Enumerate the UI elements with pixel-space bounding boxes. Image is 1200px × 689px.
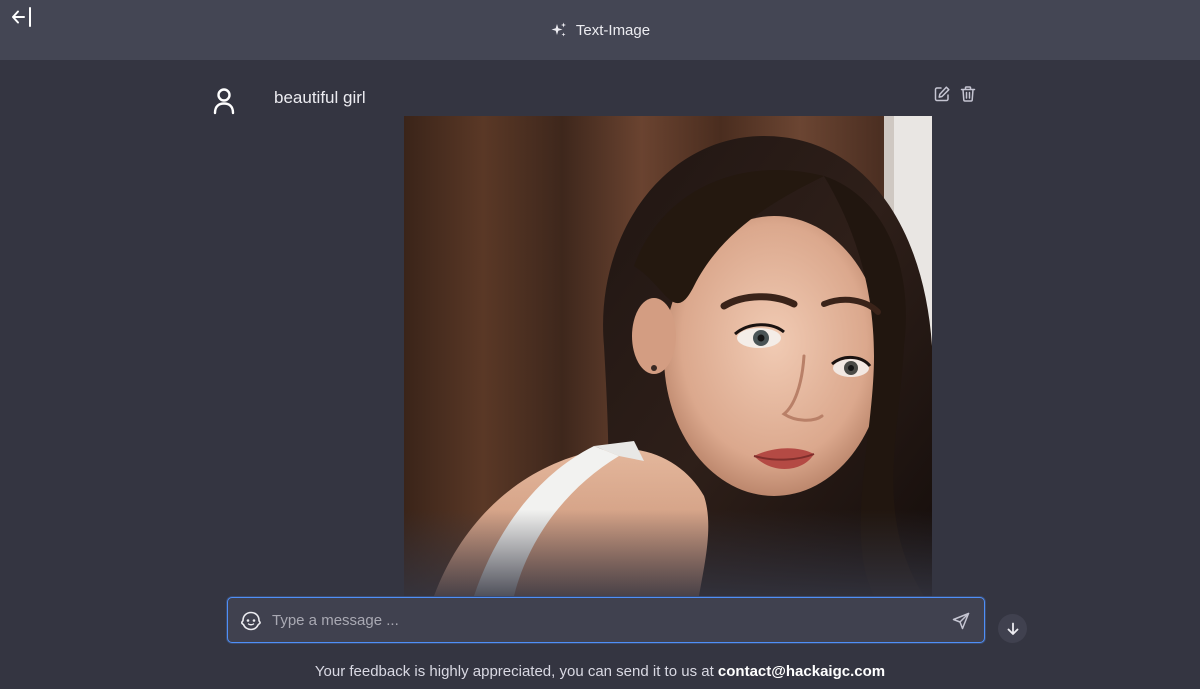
- message-input[interactable]: [270, 598, 934, 643]
- edit-button[interactable]: [932, 84, 952, 104]
- feedback-footer: Your feedback is highly appreciated, you…: [0, 660, 1200, 684]
- arrow-down-icon: [1007, 622, 1018, 635]
- contact-email-link[interactable]: contact@hackaigc.com: [718, 663, 885, 680]
- send-button[interactable]: [950, 610, 972, 632]
- trash-icon: [960, 86, 976, 102]
- edit-icon: [934, 86, 950, 102]
- top-bar: Text-Image: [0, 0, 1200, 60]
- generated-image: [404, 116, 932, 596]
- scroll-to-bottom-button[interactable]: [998, 614, 1027, 643]
- feedback-text: Your feedback is highly appreciated, you…: [314, 663, 714, 680]
- bot-face-icon: [240, 610, 262, 632]
- user-icon: [213, 88, 235, 115]
- message-composer: [227, 597, 985, 643]
- generated-image-art: [404, 116, 932, 596]
- message-actions: [932, 84, 978, 104]
- user-avatar: [208, 85, 240, 117]
- send-icon: [952, 612, 970, 630]
- page-title-text: Text-Image: [575, 21, 651, 39]
- sparkles-icon: [550, 21, 568, 39]
- prompt-text: beautiful girl: [274, 88, 366, 107]
- page-title: Text-Image: [0, 0, 1200, 60]
- delete-button[interactable]: [958, 84, 978, 104]
